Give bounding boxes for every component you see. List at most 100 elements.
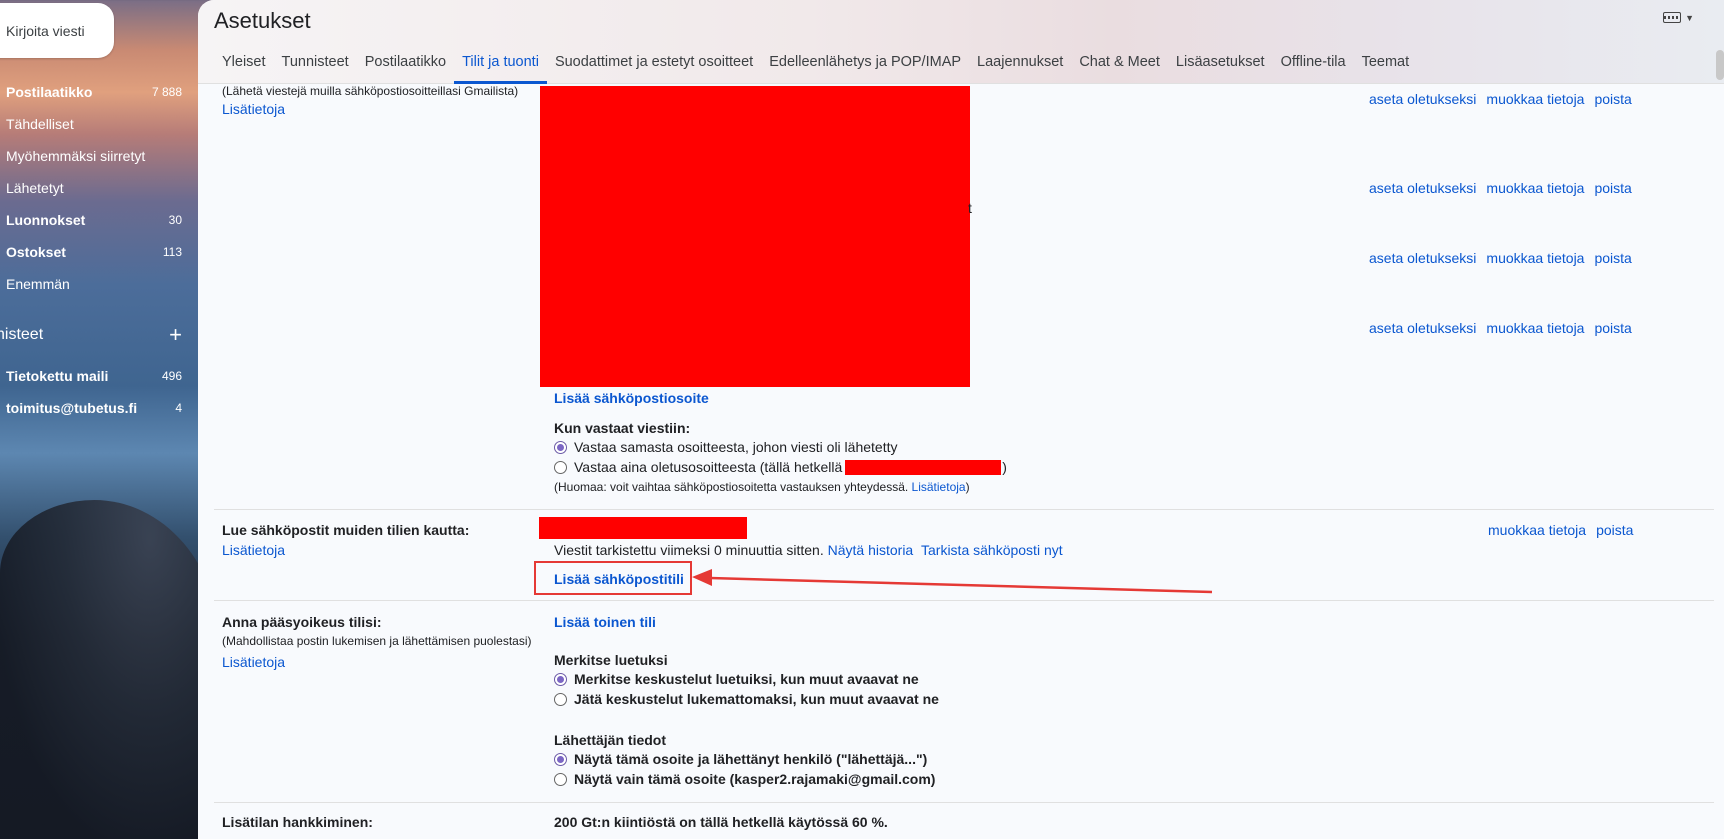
delete-link[interactable]: poista (1594, 320, 1631, 336)
tab-themes[interactable]: Teemat (1354, 50, 1418, 84)
tab-offline[interactable]: Offline-tila (1273, 50, 1354, 84)
check-mail-status-text: Viestit tarkistettu viimeksi 0 minuuttia… (554, 542, 824, 558)
sidebar-item-count: 30 (168, 213, 182, 227)
delete-link[interactable]: poista (1596, 522, 1633, 538)
tab-general[interactable]: Yleiset (214, 50, 274, 84)
page-title: Asetukset (214, 8, 311, 33)
radio-button[interactable] (554, 692, 567, 706)
sender-only-label: Näytä vain tämä osoite (kasper2.rajamaki… (574, 771, 936, 787)
redacted-region (540, 86, 970, 387)
sidebar-item-label: Myöhemmäksi siirretyt (6, 148, 146, 164)
sidebar-item-count: 113 (162, 245, 182, 259)
reply-note: (Huomaa: voit vaihtaa sähköpostiosoitett… (554, 480, 970, 494)
radio-button[interactable] (554, 672, 567, 686)
sidebar-item-drafts[interactable]: Luonnokset 30 (0, 204, 192, 236)
reply-same-label: Vastaa samasta osoitteesta, johon viesti… (574, 439, 898, 455)
sidebar-item-purchases[interactable]: Ostokset 113 (0, 236, 192, 268)
reply-note-learn-more-link[interactable]: Lisätietoja (912, 480, 966, 494)
add-another-account-link[interactable]: Lisää toinen tili (554, 614, 656, 630)
background-decoration (0, 500, 220, 839)
sidebar-item-starred[interactable]: Tähdelliset (0, 108, 192, 140)
address-actions-2: aseta oletukseksi muokkaa tietoja poista (1369, 180, 1632, 196)
sidebar-item-label: Enemmän (6, 276, 70, 292)
sender-only-option[interactable]: Näytä vain tämä osoite (kasper2.rajamaki… (554, 771, 935, 787)
edit-info-link[interactable]: muokkaa tietoja (1486, 320, 1584, 336)
sidebar-item-label: Tietokettu maili (6, 368, 109, 384)
set-default-link[interactable]: aseta oletukseksi (1369, 91, 1476, 107)
tab-accounts-import[interactable]: Tilit ja tuonti (454, 50, 547, 84)
mark-read-heading: Merkitse luetuksi (554, 652, 668, 668)
sidebar-item-label: Lähetetyt (6, 180, 64, 196)
settings-tabs: Yleiset Tunnisteet Postilaatikko Tilit j… (214, 50, 1417, 84)
redacted-account (539, 517, 747, 539)
check-mail-status: Viestit tarkistettu viimeksi 0 minuuttia… (554, 542, 1063, 558)
sidebar-label-tietokettu[interactable]: Tietokettu maili 496 (0, 360, 192, 392)
tab-chat-meet[interactable]: Chat & Meet (1071, 50, 1168, 84)
mark-read-option[interactable]: Merkitse keskustelut luetuiksi, kun muut… (554, 671, 919, 687)
edit-info-link[interactable]: muokkaa tietoja (1488, 522, 1586, 538)
radio-button[interactable] (554, 772, 567, 786)
check-mail-now-link[interactable]: Tarkista sähköposti nyt (921, 542, 1063, 558)
reply-note-text: (Huomaa: voit vaihtaa sähköpostiosoitett… (554, 480, 909, 494)
tab-labels[interactable]: Tunnisteet (274, 50, 357, 84)
address-actions-1: aseta oletukseksi muokkaa tietoja poista (1369, 91, 1632, 107)
reply-note-suffix: ) (965, 480, 970, 494)
mark-unread-label: Jätä keskustelut lukemattomaksi, kun muu… (574, 691, 939, 707)
sidebar-item-count: 4 (175, 401, 182, 415)
sidebar-item-sent[interactable]: Lähetetyt (0, 172, 192, 204)
sidebar-item-count: 7 888 (151, 85, 182, 99)
reply-default-option[interactable]: Vastaa aina oletusosoitteesta (tällä het… (554, 459, 1007, 475)
sidebar-item-label: Tähdelliset (6, 116, 74, 132)
mark-read-label: Merkitse keskustelut luetuiksi, kun muut… (574, 671, 919, 687)
mark-unread-option[interactable]: Jätä keskustelut lukemattomaksi, kun muu… (554, 691, 939, 707)
set-default-link[interactable]: aseta oletukseksi (1369, 320, 1476, 336)
delete-link[interactable]: poista (1594, 91, 1631, 107)
settings-panel: Asetukset ▼ Yleiset Tunnisteet Postilaat… (198, 0, 1724, 839)
send-as-learn-more-link[interactable]: Lisätietoja (222, 101, 285, 117)
add-email-address-link[interactable]: Lisää sähköpostiosoite (554, 390, 709, 406)
compose-button[interactable]: Kirjoita viesti (0, 3, 114, 58)
sidebar-item-label: toimitus@tubetus.fi (6, 400, 138, 416)
sidebar-item-more[interactable]: Enemmän (0, 268, 192, 300)
reply-same-option[interactable]: Vastaa samasta osoitteesta, johon viesti… (554, 439, 897, 455)
sender-both-option[interactable]: Näytä tämä osoite ja lähettänyt henkilö … (554, 751, 927, 767)
radio-button[interactable] (554, 752, 567, 766)
sidebar-item-snoozed[interactable]: Myöhemmäksi siirretyt (0, 140, 192, 172)
section-divider (214, 600, 1714, 601)
check-mail-label: Lue sähköpostit muiden tilien kautta: (222, 522, 470, 538)
input-tools-button[interactable]: ▼ (1663, 12, 1694, 23)
delete-link[interactable]: poista (1594, 180, 1631, 196)
tab-advanced[interactable]: Lisäasetukset (1168, 50, 1273, 84)
sidebar-item-count: 496 (161, 369, 182, 383)
settings-header: Asetukset ▼ Yleiset Tunnisteet Postilaat… (198, 0, 1724, 84)
set-default-link[interactable]: aseta oletukseksi (1369, 250, 1476, 266)
reply-default-label: Vastaa aina oletusosoitteesta (tällä het… (574, 459, 843, 475)
sender-info-heading: Lähettäjän tiedot (554, 732, 667, 748)
annotation-arrow (692, 569, 1213, 594)
set-default-link[interactable]: aseta oletukseksi (1369, 180, 1476, 196)
sidebar-item-label: Postilaatikko (6, 84, 93, 100)
edit-info-link[interactable]: muokkaa tietoja (1486, 91, 1584, 107)
tab-inbox[interactable]: Postilaatikko (357, 50, 454, 84)
grant-access-label: Anna pääsyoikeus tilisi: (222, 614, 382, 630)
tab-forwarding[interactable]: Edelleenlähetys ja POP/IMAP (761, 50, 969, 84)
radio-button[interactable] (554, 440, 567, 454)
sidebar-item-inbox[interactable]: Postilaatikko 7 888 (0, 76, 192, 108)
edit-info-link[interactable]: muokkaa tietoja (1486, 180, 1584, 196)
tab-addons[interactable]: Laajennukset (969, 50, 1071, 84)
grant-access-learn-more-link[interactable]: Lisätietoja (222, 654, 285, 670)
radio-button[interactable] (554, 460, 567, 474)
scrollbar[interactable] (1716, 50, 1724, 80)
delete-link[interactable]: poista (1594, 250, 1631, 266)
check-mail-learn-more-link[interactable]: Lisätietoja (222, 542, 285, 558)
show-history-link[interactable]: Näytä historia (828, 542, 914, 558)
sender-both-label: Näytä tämä osoite ja lähettänyt henkilö … (574, 751, 928, 767)
reply-default-suffix: ) (1002, 459, 1007, 475)
chevron-down-icon: ▼ (1685, 12, 1694, 23)
tab-filters[interactable]: Suodattimet ja estetyt osoitteet (547, 50, 761, 84)
section-divider (214, 802, 1714, 803)
edit-info-link[interactable]: muokkaa tietoja (1486, 250, 1584, 266)
storage-usage: 200 Gt:n kiintiöstä on tällä hetkellä kä… (554, 814, 888, 830)
sidebar-label-toimitus[interactable]: toimitus@tubetus.fi 4 (0, 392, 192, 424)
plus-icon[interactable]: + (169, 324, 182, 346)
